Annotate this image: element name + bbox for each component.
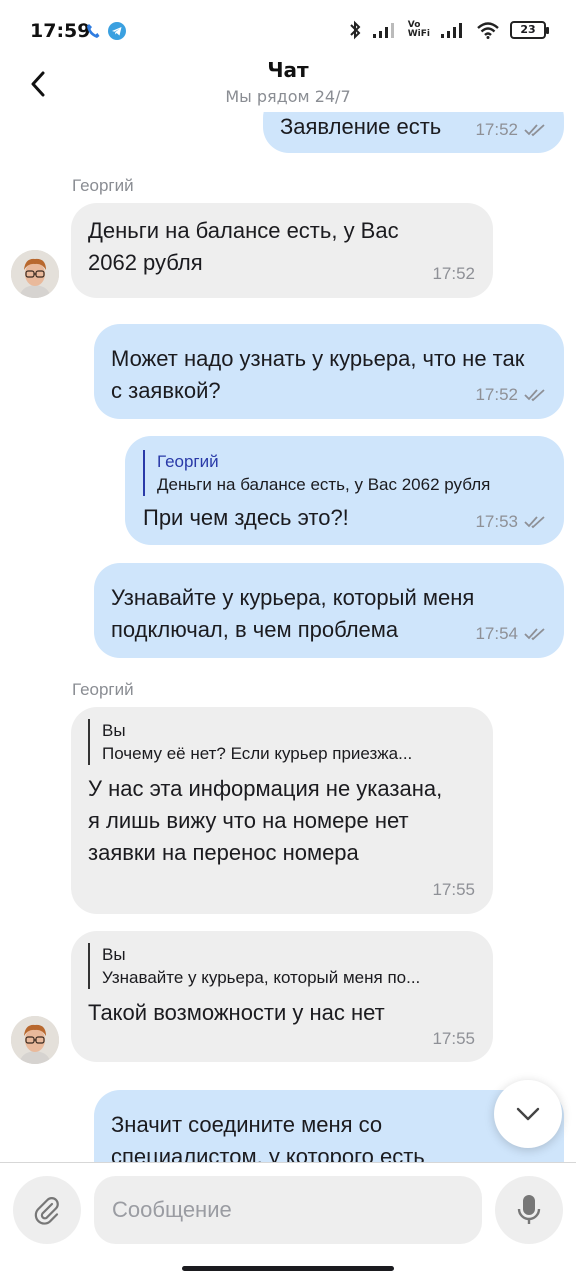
message-time: 17:52 [475,120,518,139]
message-text: При чем здесь это?! [143,505,349,530]
message-text: Деньги на балансе есть, у Вас 2062 рубля [88,218,399,275]
reply-author: Вы [102,945,126,964]
sender-name: Георгий [72,176,134,195]
message-incoming[interactable]: Вы Почему её нет? Если курьер приезжа...… [71,707,493,914]
message-text: У нас эта информация не указана, я лишь … [88,776,443,865]
double-check-icon [524,516,545,529]
attach-button[interactable] [13,1176,81,1244]
signal-icon [441,23,462,38]
avatar-image [11,250,59,298]
double-check-icon [524,628,545,641]
status-time: 17:59 [30,20,91,42]
message-outgoing[interactable]: Может надо узнать у курьера, что не так … [94,324,564,419]
microphone-button[interactable] [495,1176,563,1244]
home-indicator [182,1266,394,1271]
message-time: 17:52 [475,385,518,404]
avatar[interactable] [11,1016,59,1064]
message-time: 17:55 [432,1029,475,1048]
avatar[interactable] [11,250,59,298]
chevron-down-icon [516,1107,540,1121]
message-time: 17:54 [475,624,518,643]
message-time: 17:52 [432,264,475,283]
reply-text: Узнавайте у курьера, который меня по... [102,968,421,987]
phone-icon [87,24,100,38]
avatar-image [11,1016,59,1064]
message-time: 17:55 [432,880,475,899]
reply-quote[interactable]: Вы Узнавайте у курьера, который меня по.… [88,943,466,989]
reply-quote[interactable]: Вы Почему её нет? Если курьер приезжа... [88,719,466,765]
reply-text: Почему её нет? Если курьер приезжа... [102,744,413,763]
paperclip-icon [34,1197,59,1225]
message-outgoing[interactable]: Георгий Деньги на балансе есть, у Вас 20… [125,436,564,545]
message-list[interactable]: Заявление есть 17:52 Георгий Деньги на б… [0,112,576,1162]
message-time: 17:53 [475,512,518,531]
message-text: Узнавайте у курьера, который меня подклю… [111,585,475,642]
message-outgoing[interactable]: Узнавайте у курьера, который меня подклю… [94,563,564,658]
bluetooth-icon [350,20,361,40]
message-text: Заявление есть [280,114,442,139]
reply-text: Деньги на балансе есть, у Вас 2062 рубля [157,475,491,494]
double-check-icon [524,124,545,137]
message-composer [0,1163,576,1280]
page-subtitle: Мы рядом 24/7 [225,87,351,106]
message-incoming[interactable]: Вы Узнавайте у курьера, который меня по.… [71,931,493,1062]
message-text: Значит соедините меня со специалистом, у… [111,1112,425,1162]
reply-quote[interactable]: Георгий Деньги на балансе есть, у Вас 20… [143,450,553,496]
signal-icon [372,23,394,38]
sender-name: Георгий [72,680,134,699]
page-title: Чат [267,58,309,82]
reply-author: Георгий [157,452,219,471]
message-outgoing[interactable]: Заявление есть 17:52 [263,112,564,153]
message-incoming[interactable]: Деньги на балансе есть, у Вас 2062 рубля… [71,203,493,298]
double-check-icon [524,389,545,402]
message-input[interactable] [94,1176,482,1244]
telegram-icon [108,22,126,40]
microphone-icon [517,1195,541,1224]
battery-icon: 23 [510,21,549,39]
wifi-icon [477,22,499,39]
scroll-to-bottom-button[interactable] [494,1080,562,1148]
reply-author: Вы [102,721,126,740]
vowifi-label: Vo WiFi [407,20,430,39]
message-text: Такой возможности у нас нет [88,1000,385,1025]
message-outgoing[interactable]: Значит соедините меня со специалистом, у… [94,1090,564,1162]
status-bar: 17:59 Vo WiFi 23 [0,0,576,60]
chat-header: Чат Мы рядом 24/7 [0,56,576,112]
